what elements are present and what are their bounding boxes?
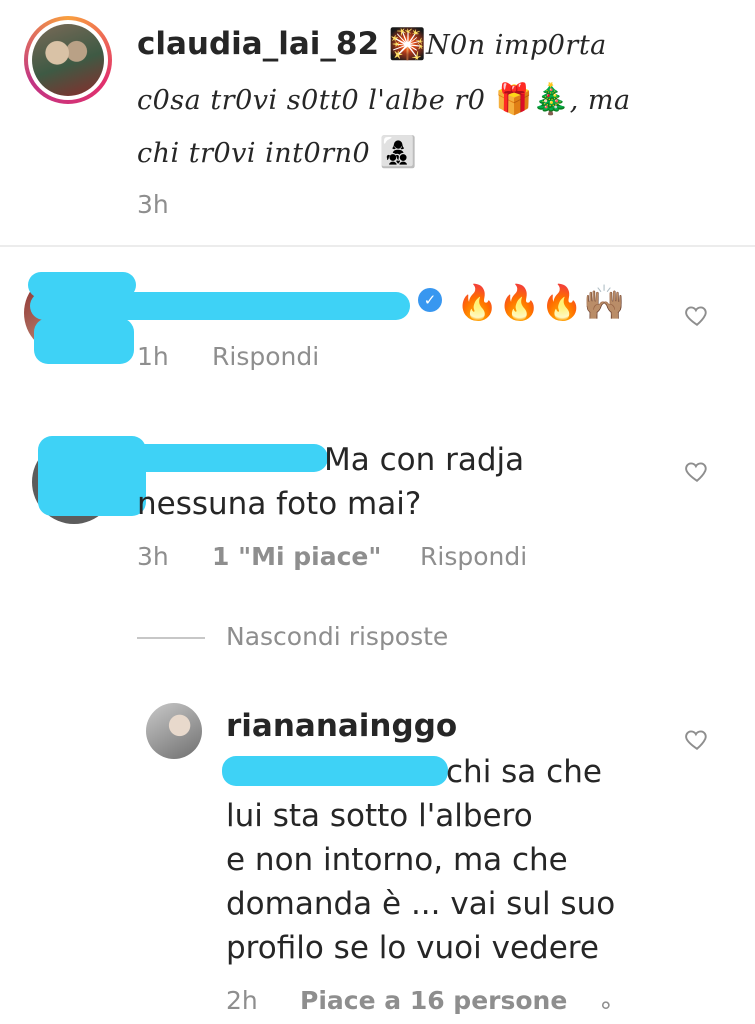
redaction-mark: [110, 444, 328, 472]
comment-1-reply-button[interactable]: Rispondi: [212, 342, 319, 371]
heart-outline-icon[interactable]: [684, 726, 710, 752]
caption-text-2-tail: , ma: [569, 85, 631, 116]
caption-avatar[interactable]: [24, 16, 112, 104]
caption-text-2: c0sa tr0vi s0tt0 l'albe r0: [137, 85, 486, 116]
caption-line-1: claudia_lai_82 🎇N0n imp0rta: [137, 22, 607, 68]
heart-outline-icon[interactable]: [684, 302, 710, 328]
caption-time: 3h: [137, 190, 169, 219]
comment-2-time: 3h: [137, 542, 169, 571]
fireworks-emoji: 🎇: [388, 27, 426, 62]
avatar-photo: [32, 24, 104, 96]
divider: [0, 245, 755, 247]
reply-line-3: e non intorno, ma che: [226, 842, 568, 878]
reply-line-5: profilo se lo vuoi vedere: [226, 930, 599, 966]
reply-time: 2h: [226, 986, 258, 1015]
caption-text-1: N0n imp0rta: [425, 30, 607, 61]
verified-badge-icon: ✓: [418, 288, 442, 312]
comment-2-reply-button[interactable]: Rispondi: [420, 542, 527, 571]
comment-2-line-2: nessuna foto mai?: [137, 486, 422, 522]
redaction-mark: [222, 756, 448, 786]
caption-line-3: chi tr0vi int0rn0 👩‍👧‍👦: [137, 131, 417, 176]
reply-line-1: chi sa che: [446, 754, 602, 790]
caption-username[interactable]: claudia_lai_82: [137, 26, 379, 62]
caption-text-3: chi tr0vi int0rn0: [137, 138, 371, 169]
redaction-mark: [30, 292, 410, 320]
caption-line-2: c0sa tr0vi s0tt0 l'albe r0 🎁🎄, ma: [137, 78, 631, 123]
comment-1-text: 🔥🔥🔥🙌🏽: [456, 283, 626, 323]
reply-line-4: domanda è ... vai sul suo: [226, 886, 616, 922]
gift-tree-emoji: 🎁🎄: [495, 82, 570, 117]
reply-likes[interactable]: Piace a 16 persone: [300, 986, 567, 1015]
loading-dot: ∘: [598, 990, 614, 1019]
reply-avatar[interactable]: [146, 703, 202, 759]
comment-2-line-1: Ma con radja: [324, 442, 525, 478]
redaction-mark: [34, 318, 134, 364]
heart-outline-icon[interactable]: [684, 458, 710, 484]
comment-2-likes[interactable]: 1 "Mi piace": [212, 542, 381, 571]
reply-line-2: lui sta sotto l'albero: [226, 798, 533, 834]
hide-replies-button[interactable]: Nascondi risposte: [226, 622, 448, 651]
family-emoji: 👩‍👧‍👦: [379, 135, 418, 170]
reply-username[interactable]: riananainggo: [226, 704, 457, 749]
replies-divider: [137, 637, 205, 639]
comment-1-time: 1h: [137, 342, 169, 371]
